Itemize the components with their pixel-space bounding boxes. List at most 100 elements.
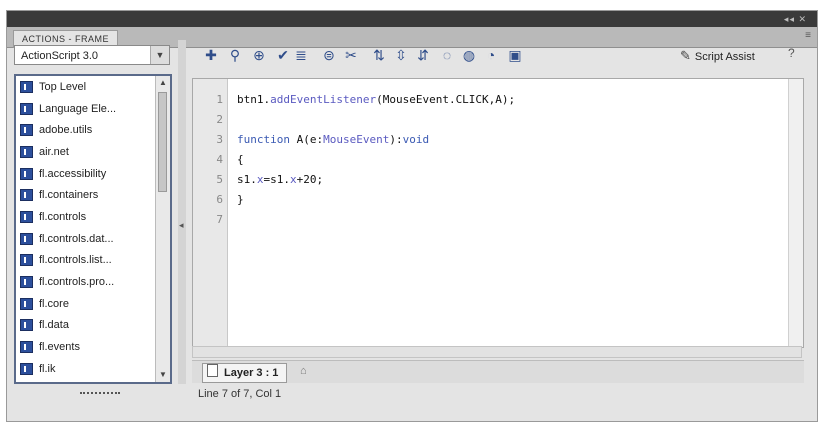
code-line: function A(e:MouseEvent):void: [237, 133, 429, 146]
layer-tab-label: Layer 3 : 1: [224, 367, 279, 379]
tree-item[interactable]: fl.controls.dat...: [16, 228, 170, 250]
status-bar: Line 7 of 7, Col 1: [198, 388, 282, 400]
book-icon: [20, 297, 33, 310]
show-hide-toolbox-icon[interactable]: ▣: [506, 46, 524, 64]
tree-item[interactable]: fl.containers: [16, 184, 170, 206]
code-token: function: [237, 133, 290, 146]
tree-item[interactable]: fl.controls: [16, 206, 170, 228]
tree-item[interactable]: air.net: [16, 141, 170, 163]
apply-line-comment-icon[interactable]: ◍: [460, 46, 478, 64]
book-icon: [20, 210, 33, 223]
pin-script-icon[interactable]: ⌂: [300, 365, 307, 377]
debug-options-icon[interactable]: ✂: [342, 46, 360, 64]
tree-item-label: Top Level: [39, 80, 87, 93]
tree-item[interactable]: fl.accessibility: [16, 163, 170, 185]
book-icon: [20, 254, 33, 267]
book-icon: [20, 276, 33, 289]
actions-toolbox-tree: Top Level Language Ele... adobe.utils ai…: [14, 74, 172, 384]
tree-item-label: fl.containers: [39, 189, 99, 202]
book-icon: [20, 341, 33, 354]
tree-item-label: fl.ik: [39, 362, 56, 375]
book-icon: [20, 232, 33, 245]
pen-icon: ✎: [680, 48, 691, 63]
help-icon[interactable]: ?: [788, 46, 795, 60]
script-editor[interactable]: 1 2 3 4 5 6 7 btn1.addEventListener(Mous…: [192, 78, 804, 348]
code-line: {: [237, 153, 244, 166]
script-assist-label: Script Assist: [694, 51, 755, 63]
script-tab-bar: Layer 3 : 1 ⌂: [192, 360, 804, 383]
tree-item-label: fl.events: [39, 341, 80, 354]
tree-item-label: fl.accessibility: [39, 167, 107, 180]
panel-menu-icon[interactable]: ≡: [805, 30, 811, 41]
add-statement-icon[interactable]: ✚: [202, 46, 220, 64]
tree-item-label: fl.controls: [39, 210, 87, 223]
script-file-icon: [207, 364, 218, 377]
script-assist-button[interactable]: ✎ Script Assist: [680, 47, 755, 65]
tree-item[interactable]: Top Level: [16, 76, 170, 98]
tree-item-label: adobe.utils: [39, 124, 93, 137]
code-token: addEventListener: [270, 93, 377, 106]
expand-all-icon[interactable]: ⇵: [414, 46, 432, 64]
check-syntax-icon[interactable]: ✔: [274, 46, 292, 64]
line-number: 4: [216, 153, 223, 166]
tree-item[interactable]: adobe.utils: [16, 119, 170, 141]
auto-format-icon[interactable]: ≣: [292, 46, 310, 64]
code-token: s1.: [237, 173, 257, 186]
book-icon: [20, 167, 33, 180]
resize-grip[interactable]: [80, 392, 120, 398]
panel-titlebar[interactable]: ◂◂ ✕: [7, 11, 817, 27]
collapse-between-braces-icon[interactable]: ⇅: [370, 46, 388, 64]
tree-item[interactable]: fl.data: [16, 315, 170, 337]
collapse-arrow-icon[interactable]: ◂: [179, 220, 184, 231]
tree-item-label: fl.controls.dat...: [39, 232, 114, 245]
remove-comment-icon[interactable]: ◔: [482, 46, 500, 64]
code-hint-icon[interactable]: ⊜: [320, 46, 338, 64]
book-icon: [20, 124, 33, 137]
code-line: s1.x=s1.x+20;: [237, 173, 323, 186]
code-token: =s1.: [263, 173, 291, 186]
tree-item-label: fl.controls.pro...: [39, 276, 115, 289]
apply-block-comment-icon[interactable]: ◌: [438, 46, 456, 64]
code-token: ):: [389, 133, 403, 146]
tree-item-label: fl.data: [39, 319, 69, 332]
tree-item[interactable]: Language Ele...: [16, 98, 170, 120]
code-token: void: [402, 133, 430, 146]
code-token: x: [256, 173, 264, 186]
tree-item[interactable]: fl.ik: [16, 358, 170, 380]
line-number: 5: [216, 173, 223, 186]
editor-vertical-scrollbar[interactable]: [788, 79, 803, 347]
code-token: MouseEvent: [323, 133, 390, 146]
language-select[interactable]: ActionScript 3.0 ▼: [14, 45, 170, 65]
target-icon[interactable]: ⊕: [250, 46, 268, 64]
tree-scrollbar[interactable]: ▲ ▼: [155, 76, 170, 382]
find-icon[interactable]: ⚲: [226, 46, 244, 64]
tree-item[interactable]: fl.core: [16, 293, 170, 315]
tree-item[interactable]: fl.controls.pro...: [16, 271, 170, 293]
tree-item-label: fl.core: [39, 297, 69, 310]
code-token: (MouseEvent.CLICK,A);: [376, 93, 516, 106]
editor-horizontal-scrollbar[interactable]: [192, 346, 802, 358]
line-number-gutter: 1 2 3 4 5 6 7: [193, 79, 228, 347]
collapse-selection-icon[interactable]: ⇳: [392, 46, 410, 64]
tab-layer-3[interactable]: Layer 3 : 1: [202, 363, 288, 383]
book-icon: [20, 319, 33, 332]
scroll-up-icon[interactable]: ▲: [156, 76, 170, 90]
book-icon: [20, 80, 33, 93]
collapse-icon[interactable]: ◂◂ ✕: [784, 14, 807, 25]
code-line: btn1.addEventListener(MouseEvent.CLICK,A…: [237, 93, 515, 106]
tree-item-label: Language Ele...: [39, 102, 117, 115]
code-token: A(e:: [289, 133, 324, 146]
tree-item[interactable]: fl.events: [16, 336, 170, 358]
actions-toolbar: ✚ ⚲ ⊕ ✔ ≣ ⊜ ✂ ⇅ ⇳ ⇵ ◌ ◍ ◔ ▣ ✎ Script Assi…: [192, 44, 804, 68]
pane-splitter[interactable]: ◂: [178, 40, 186, 384]
code-token: +20;: [296, 173, 324, 186]
book-icon: [20, 189, 33, 202]
tree-item[interactable]: fl.controls.list...: [16, 250, 170, 272]
line-number: 2: [216, 113, 223, 126]
tree-item-label: fl.controls.list...: [39, 254, 112, 267]
code-token: btn1.: [237, 93, 271, 106]
chevron-down-icon[interactable]: ▼: [150, 46, 169, 64]
scroll-down-icon[interactable]: ▼: [156, 368, 170, 382]
scroll-thumb[interactable]: [158, 92, 167, 192]
line-number: 6: [216, 193, 223, 206]
